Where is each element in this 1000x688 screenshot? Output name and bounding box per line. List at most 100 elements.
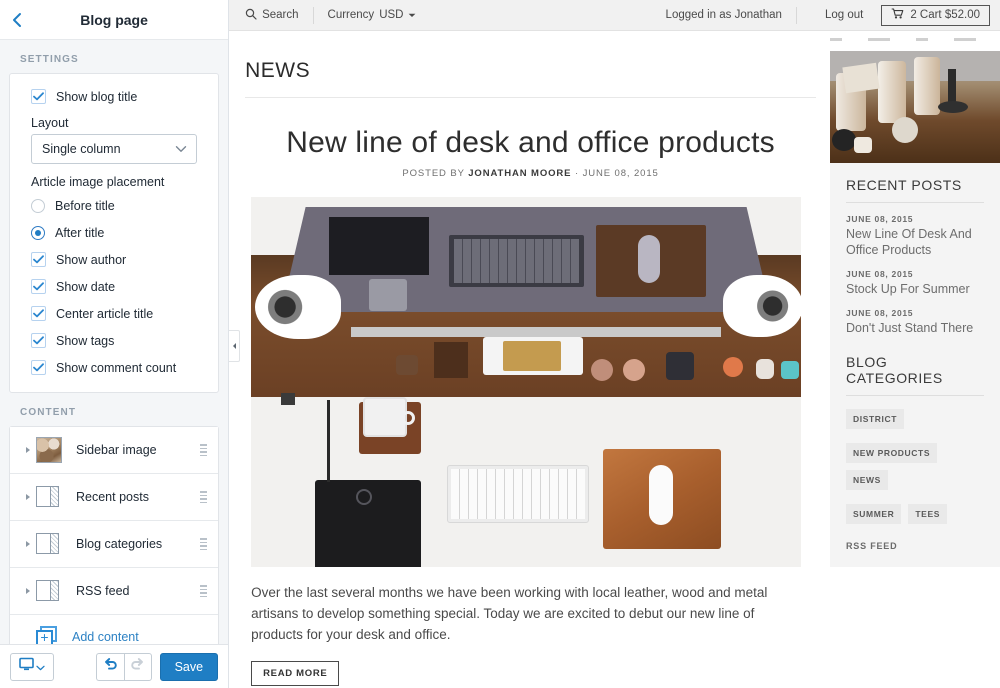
redo-button[interactable]	[123, 652, 152, 681]
save-button-label: Save	[174, 659, 204, 674]
recent-post-item: JUNE 08, 2015 Don't Just Stand There	[846, 297, 984, 336]
top-bar-left: Search Currency USD	[245, 6, 431, 24]
recent-post-date: JUNE 08, 2015	[846, 269, 914, 279]
checkbox-show-comment-count[interactable]	[31, 360, 46, 375]
cart-icon	[891, 8, 904, 22]
page-heading: NEWS	[245, 59, 816, 98]
layout-icon	[36, 531, 62, 557]
content-item-label: Blog categories	[76, 537, 163, 551]
layout-select[interactable]: Single column	[31, 134, 198, 164]
article-byline: POSTED BY JONATHAN MOORE · JUNE 08, 2015	[245, 168, 816, 179]
radio-after-title[interactable]	[31, 225, 45, 240]
category-chip[interactable]: SUMMER	[846, 504, 902, 524]
page-title: Blog page	[80, 11, 148, 28]
cart-label: 2 Cart $52.00	[910, 9, 980, 21]
content-item-label: Sidebar image	[76, 443, 157, 457]
label-before-title: Before title	[55, 198, 115, 213]
checkbox-show-blog-title[interactable]	[31, 89, 46, 104]
drag-handle-icon[interactable]	[198, 491, 208, 503]
add-content-label: Add content	[72, 630, 139, 644]
expand-caret-icon[interactable]	[22, 493, 34, 501]
editor-scroll-area: SETTINGS Show blog title Layout Single c…	[0, 40, 228, 644]
layout-icon	[36, 484, 62, 510]
back-button[interactable]	[0, 0, 34, 40]
rss-feed-link[interactable]: RSS FEED	[846, 524, 984, 551]
expand-caret-icon[interactable]	[22, 587, 34, 595]
chevron-down-icon	[408, 9, 416, 21]
save-button[interactable]: Save	[159, 652, 219, 681]
cart-button[interactable]: 2 Cart $52.00	[881, 4, 990, 26]
settings-section-label: SETTINGS	[20, 54, 79, 65]
radio-before-title[interactable]	[31, 198, 45, 213]
posted-by-prefix: POSTED BY	[402, 168, 465, 179]
content-section-label: CONTENT	[20, 407, 77, 418]
category-chip[interactable]: TEES	[908, 504, 947, 524]
checkbox-show-tags[interactable]	[31, 333, 46, 348]
content-item-blog-categories[interactable]: Blog categories	[10, 521, 219, 568]
sidebar-content-box: RECENT POSTS JUNE 08, 2015 New Line Of D…	[830, 163, 1000, 567]
drag-handle-icon[interactable]	[198, 585, 208, 597]
currency-value: USD	[379, 9, 404, 21]
checkbox-center-article-title[interactable]	[31, 306, 46, 321]
article-column: NEWS New line of desk and office product…	[229, 41, 816, 688]
category-chip[interactable]: NEWS	[846, 470, 888, 490]
category-chip[interactable]: NEW PRODUCTS	[846, 443, 938, 463]
drag-handle-icon[interactable]	[198, 538, 208, 550]
category-chip[interactable]: DISTRICT	[846, 409, 904, 429]
setting-center-article-title[interactable]: Center article title	[10, 300, 218, 327]
currency-selector[interactable]: Currency USD	[328, 9, 431, 21]
radio-row-before-title[interactable]: Before title	[10, 192, 218, 219]
undo-button[interactable]	[95, 652, 124, 681]
add-content-icon: +	[36, 626, 58, 644]
app-root: Blog page SETTINGS Show blog title Layou…	[0, 0, 1000, 688]
expand-caret-icon[interactable]	[22, 540, 34, 548]
recent-post-title[interactable]: New Line Of Desk And Office Products	[846, 226, 984, 258]
article-body: Over the last several months we have bee…	[251, 585, 768, 642]
search-button[interactable]: Search	[245, 8, 312, 23]
content-item-sidebar-image[interactable]: Sidebar image	[10, 427, 219, 474]
drag-handle-icon[interactable]	[198, 444, 208, 456]
layout-icon	[36, 578, 62, 604]
add-content-button[interactable]: + Add content	[10, 615, 219, 644]
blog-categories-list: DISTRICT NEW PRODUCTS NEWS SUMMER TEES	[846, 396, 984, 524]
chevron-left-icon	[11, 12, 23, 28]
sidebar-image	[830, 51, 1000, 163]
checkbox-show-date[interactable]	[31, 279, 46, 294]
desktop-icon	[19, 657, 34, 676]
collapse-panel-handle[interactable]	[229, 330, 241, 362]
label-article-image-placement: Article image placement	[31, 175, 165, 189]
history-and-save-group: Save	[95, 652, 219, 681]
editor-footer-toolbar: Save	[0, 644, 229, 688]
device-preview-button[interactable]	[10, 652, 54, 681]
label-show-date: Show date	[56, 279, 116, 294]
setting-show-tags[interactable]: Show tags	[10, 327, 218, 354]
label-show-tags: Show tags	[56, 333, 115, 348]
logout-link[interactable]: Log out	[811, 9, 877, 21]
storefront-preview: Search Currency USD Logged in as Jonatha…	[229, 0, 1000, 688]
setting-show-comment-count[interactable]: Show comment count	[10, 354, 218, 381]
chevron-down-icon	[175, 142, 187, 156]
recent-post-date: JUNE 08, 2015	[846, 308, 914, 318]
store-top-bar: Search Currency USD Logged in as Jonatha…	[229, 0, 1000, 31]
article-title: New line of desk and office products	[286, 126, 775, 159]
content-item-rss-feed[interactable]: RSS feed	[10, 568, 219, 615]
search-label: Search	[262, 9, 299, 21]
logged-in-status: Logged in as Jonathan	[665, 9, 782, 21]
content-item-recent-posts[interactable]: Recent posts	[10, 474, 219, 521]
recent-post-title[interactable]: Stock Up For Summer	[846, 281, 984, 297]
checkbox-show-author[interactable]	[31, 252, 46, 267]
label-after-title: After title	[55, 225, 105, 240]
radio-row-after-title[interactable]: After title	[10, 219, 218, 246]
expand-caret-icon[interactable]	[22, 446, 34, 454]
label-center-article-title: Center article title	[56, 306, 154, 321]
setting-show-blog-title[interactable]: Show blog title	[10, 83, 218, 110]
byline-separator: ·	[574, 168, 580, 179]
undo-icon	[103, 657, 118, 676]
setting-show-date[interactable]: Show date	[10, 273, 218, 300]
settings-card: Show blog title Layout Single column Art…	[9, 73, 220, 393]
recent-post-title[interactable]: Don't Just Stand There	[846, 320, 984, 336]
recent-post-item: JUNE 08, 2015 New Line Of Desk And Offic…	[846, 203, 984, 258]
read-more-button[interactable]: READ MORE	[251, 661, 340, 686]
article-author: JONATHAN MOORE	[468, 168, 572, 179]
setting-show-author[interactable]: Show author	[10, 246, 218, 273]
